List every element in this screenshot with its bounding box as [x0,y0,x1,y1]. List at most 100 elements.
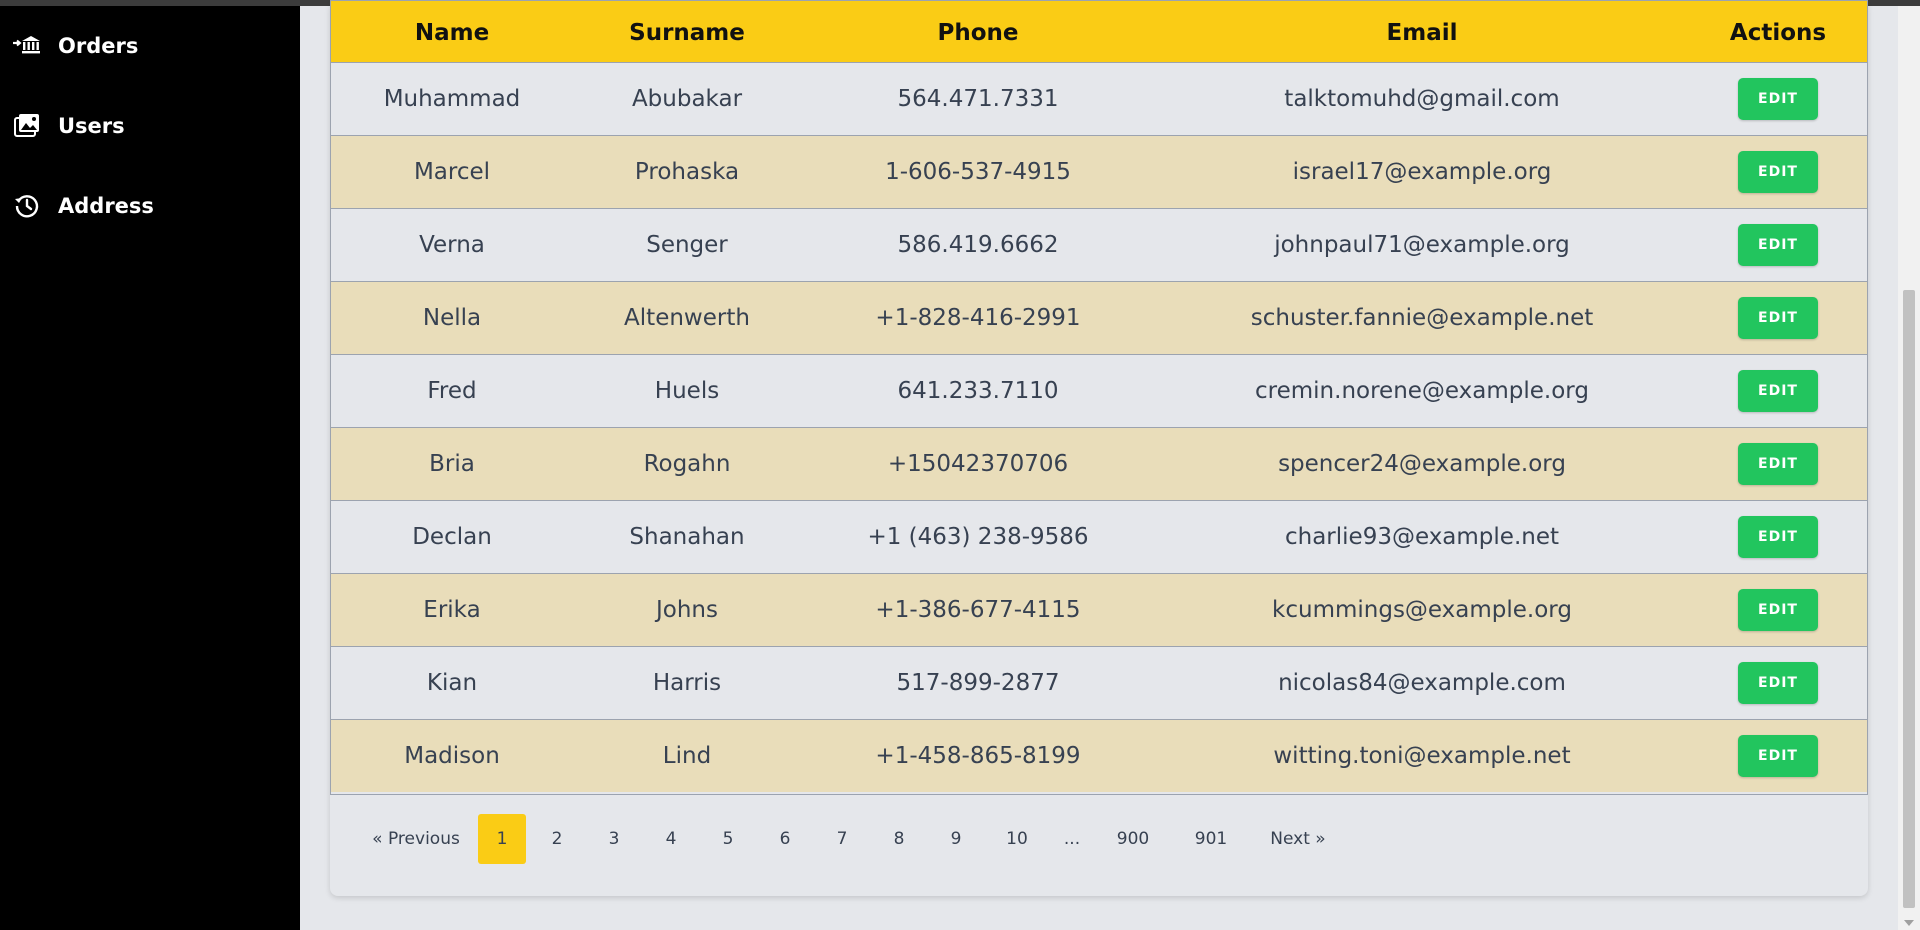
cell-name: Nella [422,304,482,331]
cell-phone: +1 (463) 238-9586 [867,523,1089,550]
table-row: Verna Senger 586.419.6662 johnpaul71@exa… [330,208,1868,281]
pagination-page-1[interactable]: 1 [478,814,526,864]
pagination-page-2[interactable]: 2 [537,814,577,864]
column-header-email: Email [1386,20,1458,47]
cell-name: Erika [423,596,481,623]
edit-button[interactable]: EDIT [1738,77,1818,120]
cell-surname: Lind [662,742,712,769]
table-header-row: Name Surname Phone Email Actions [330,0,1868,62]
cell-actions: EDIT [1688,208,1868,281]
edit-button[interactable]: EDIT [1738,150,1818,193]
table-row: Fred Huels 641.233.7110 cremin.norene@ex… [330,354,1868,427]
cell-phone: 564.471.7331 [897,85,1059,112]
cell-phone: +1-458-865-8199 [875,742,1081,769]
cell-actions: EDIT [1688,354,1868,427]
cell-actions: EDIT [1688,62,1868,135]
pagination-page-3[interactable]: 3 [594,814,634,864]
pagination: « Previous 1 2 3 4 5 6 7 8 9 10 ... 900 … [330,814,1868,864]
cell-actions: EDIT [1688,281,1868,354]
sidebar-item-orders[interactable]: Orders [12,26,138,66]
edit-button[interactable]: EDIT [1738,588,1818,631]
cell-name: Fred [427,377,477,404]
scroll-down-arrow-icon[interactable] [1904,920,1914,926]
cell-phone: +15042370706 [887,450,1069,477]
table-row: Kian Harris 517-899-2877 nicolas84@examp… [330,646,1868,719]
users-table: Name Surname Phone Email Actions Muhamma… [330,0,1868,792]
cell-surname: Altenwerth [624,304,750,331]
cell-email: cremin.norene@example.org [1255,377,1589,404]
edit-button[interactable]: EDIT [1738,223,1818,266]
table-row: Erika Johns +1-386-677-4115 kcummings@ex… [330,573,1868,646]
cell-email: israel17@example.org [1292,158,1552,185]
sidebar-item-label: Orders [58,34,139,58]
pagination-next[interactable]: Next » [1258,814,1338,864]
sidebar: Orders Users Address [0,6,300,930]
pagination-previous[interactable]: « Previous [366,814,466,864]
edit-button[interactable]: EDIT [1738,442,1818,485]
cell-email: charlie93@example.net [1284,523,1560,550]
cell-actions: EDIT [1688,500,1868,573]
cell-surname: Rogahn [643,450,731,477]
pagination-page-900[interactable]: 900 [1102,814,1164,864]
edit-button[interactable]: EDIT [1738,369,1818,412]
pagination-page-7[interactable]: 7 [822,814,862,864]
table-row: Madison Lind +1-458-865-8199 witting.ton… [330,719,1868,792]
images-icon [12,111,42,141]
pagination-page-9[interactable]: 9 [936,814,976,864]
sidebar-item-label: Users [58,114,125,138]
cell-phone: 641.233.7110 [897,377,1059,404]
cell-actions: EDIT [1688,135,1868,208]
cell-surname: Abubakar [631,85,743,112]
cell-actions: EDIT [1688,573,1868,646]
cell-name: Bria [429,450,475,477]
cell-phone: +1-828-416-2991 [875,304,1081,331]
cell-email: kcummings@example.org [1272,596,1572,623]
pagination-ellipsis: ... [1063,829,1081,849]
cell-name: Declan [412,523,492,550]
scrollbar-thumb[interactable] [1903,290,1915,908]
table-row: Nella Altenwerth +1-828-416-2991 schuste… [330,281,1868,354]
users-table-card: Name Surname Phone Email Actions Muhamma… [330,0,1868,896]
cell-email: spencer24@example.org [1278,450,1566,477]
sidebar-item-users[interactable]: Users [12,106,125,146]
cell-name: Verna [419,231,485,258]
cell-email: witting.toni@example.net [1273,742,1571,769]
vertical-scrollbar[interactable] [1898,6,1920,930]
cell-phone: 586.419.6662 [897,231,1059,258]
cell-email: schuster.fannie@example.net [1250,304,1594,331]
cell-phone: 517-899-2877 [896,669,1060,696]
edit-button[interactable]: EDIT [1738,515,1818,558]
cell-email: talktomuhd@gmail.com [1284,85,1560,112]
cell-surname: Prohaska [634,158,740,185]
pagination-page-8[interactable]: 8 [879,814,919,864]
cell-name: Marcel [413,158,491,185]
pagination-page-4[interactable]: 4 [651,814,691,864]
main-content: Name Surname Phone Email Actions Muhamma… [300,0,1898,930]
column-header-phone: Phone [937,20,1019,47]
edit-button[interactable]: EDIT [1738,296,1818,339]
history-icon [12,191,42,221]
column-header-actions: Actions [1729,20,1827,47]
cell-email: nicolas84@example.com [1278,669,1566,696]
column-header-name: Name [414,20,490,47]
cell-surname: Huels [654,377,720,404]
table-row: Muhammad Abubakar 564.471.7331 talktomuh… [330,62,1868,135]
edit-button[interactable]: EDIT [1738,734,1818,777]
cell-name: Kian [426,669,478,696]
cell-surname: Shanahan [629,523,745,550]
cell-actions: EDIT [1688,646,1868,719]
pagination-page-6[interactable]: 6 [765,814,805,864]
table-row: Bria Rogahn +15042370706 spencer24@examp… [330,427,1868,500]
pagination-page-10[interactable]: 10 [993,814,1041,864]
cell-surname: Johns [656,596,718,623]
cell-phone: +1-386-677-4115 [875,596,1081,623]
bank-icon [12,31,42,61]
edit-button[interactable]: EDIT [1738,661,1818,704]
pagination-page-901[interactable]: 901 [1180,814,1242,864]
table-row: Declan Shanahan +1 (463) 238-9586 charli… [330,500,1868,573]
pagination-page-5[interactable]: 5 [708,814,748,864]
cell-surname: Senger [646,231,728,258]
cell-email: johnpaul71@example.org [1274,231,1570,258]
cell-name: Muhammad [383,85,521,112]
sidebar-item-address[interactable]: Address [12,186,154,226]
